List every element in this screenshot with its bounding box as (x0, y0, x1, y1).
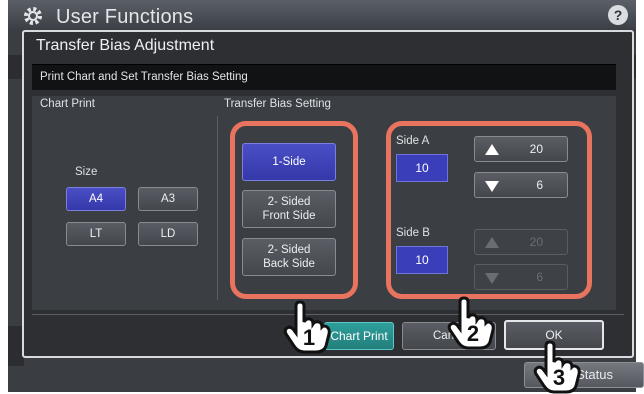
size-a3-button[interactable]: A3 (138, 187, 198, 211)
callout-number: 3 (553, 365, 565, 390)
app-title: User Functions (56, 6, 194, 28)
hand-pointer-icon-1: 1 (283, 300, 331, 354)
size-label: Size (75, 166, 98, 178)
callout-number: 2 (467, 321, 479, 346)
size-a4-button[interactable]: A4 (66, 187, 126, 211)
callout-number: 1 (303, 325, 315, 350)
mode-highlight-frame (230, 121, 358, 299)
hand-pointer-icon-2: 2 (447, 296, 495, 350)
top-bar: User Functions ? (8, 0, 636, 30)
chart-print-section-label: Chart Print (40, 98, 95, 110)
hand-pointer-icon-3: 3 (533, 340, 581, 394)
bias-highlight-frame (386, 121, 592, 299)
section-divider (217, 116, 218, 300)
gear-icon (24, 7, 42, 25)
size-ld-button[interactable]: LD (138, 222, 198, 246)
size-lt-button[interactable]: LT (66, 222, 126, 246)
dialog-subtitle: Print Chart and Set Transfer Bias Settin… (40, 71, 248, 83)
chart-print-button[interactable]: Chart Print (324, 322, 394, 350)
dialog-subtitle-bar: Print Chart and Set Transfer Bias Settin… (32, 64, 616, 90)
help-button[interactable]: ? (608, 5, 628, 25)
dialog-title: Transfer Bias Adjustment (36, 37, 215, 54)
transfer-bias-section-label: Transfer Bias Setting (224, 98, 331, 110)
